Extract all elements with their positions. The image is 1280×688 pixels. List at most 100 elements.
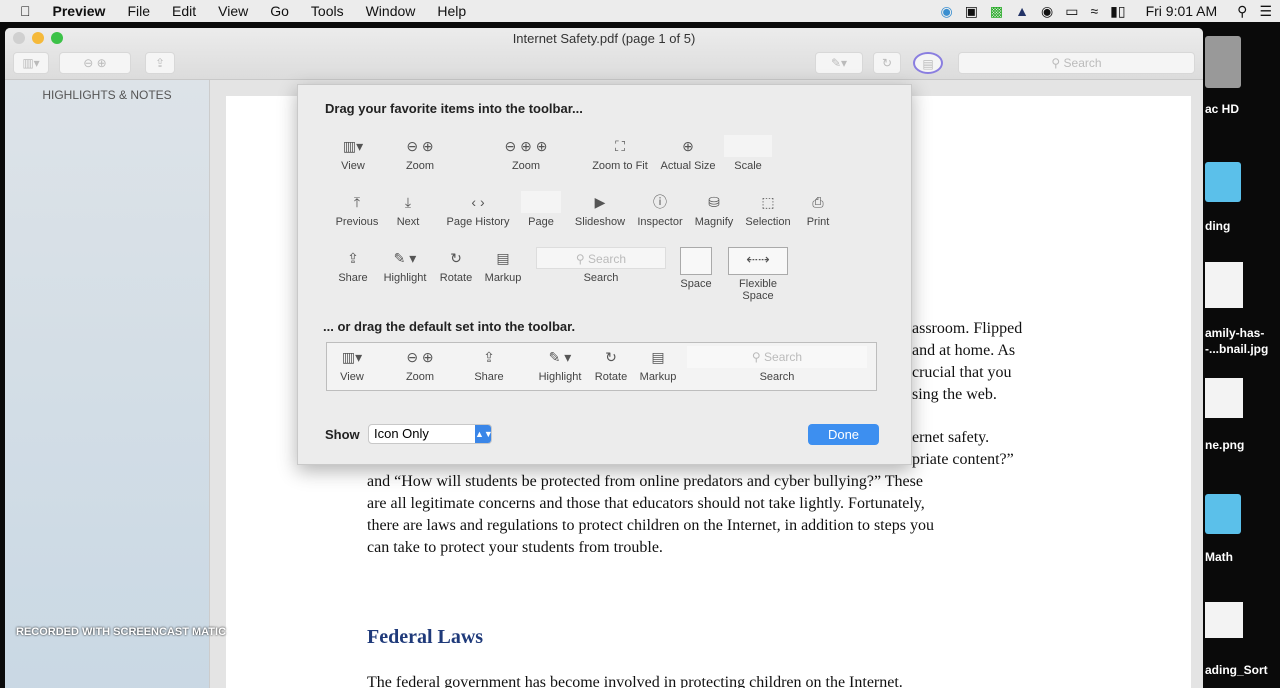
toolbar: Internet Safety.pdf (page 1 of 5) ▥▾ ⊖ ⊕… — [5, 28, 1203, 80]
desktop-label[interactable]: Math — [1205, 550, 1233, 564]
toolbar-item-zoom[interactable]: ⊖ ⊕ Zoom — [393, 135, 447, 172]
default-toolbar-set[interactable]: ▥▾ View ⊖ ⊕ Zoom ⇪ Share ✎ ▾ Highlight ↻ Rotate ▤ M… — [326, 342, 877, 391]
desktop-image-thumbnail[interactable] — [1205, 262, 1243, 308]
wifi-icon[interactable]: ≈ — [1090, 3, 1098, 19]
desktop-label[interactable]: amily-has- — [1205, 326, 1264, 340]
menu-go[interactable]: Go — [259, 3, 300, 19]
doc-line: sing the web. — [912, 386, 997, 403]
doc-line: priate content?” — [912, 451, 1014, 468]
default-item-share: ⇪ Share — [471, 346, 507, 383]
desktop-label[interactable]: ading_Sort — [1205, 663, 1268, 677]
binoculars-icon[interactable]: ◉ — [1041, 3, 1053, 20]
menu-file[interactable]: File — [116, 3, 161, 19]
item-icon: ⊖ ⊕ — [406, 138, 434, 154]
item-icon: ↻ — [605, 349, 617, 365]
desktop-folder-icon[interactable] — [1205, 494, 1241, 534]
toolbar-item-search[interactable]: ⚲ Search Search — [536, 247, 666, 284]
item-label: Share — [474, 371, 504, 383]
markup-button[interactable]: ▤ — [913, 52, 943, 74]
drag-items-title: Drag your favorite items into the toolba… — [325, 101, 583, 116]
status-app-icon[interactable]: ▩ — [990, 3, 1003, 20]
status-app-icon[interactable]: ▣ — [965, 3, 978, 20]
show-select[interactable]: Icon Only ▲▼ — [368, 424, 493, 444]
toolbar-item-zoom[interactable]: ⊖ ⊕ ⊕ Zoom — [496, 135, 556, 172]
toolbar-item-scale[interactable]: Scale — [724, 135, 772, 172]
zoom-buttons[interactable]: ⊖ ⊕ — [59, 52, 131, 74]
window-title[interactable]: Internet Safety.pdf (page 1 of 5) — [5, 31, 1203, 46]
toolbar-item-space[interactable]: Space — [678, 247, 714, 290]
toolbar-item-inspector[interactable]: ⓘ Inspector — [634, 191, 686, 228]
doc-line: The federal government has become involv… — [367, 674, 903, 688]
item-icon: ⬚ — [761, 194, 775, 210]
item-label: Zoom — [405, 160, 435, 172]
default-item-markup: ▤ Markup — [636, 346, 680, 383]
menu-app[interactable]: Preview — [42, 3, 117, 19]
status-app-icon[interactable]: ▲ — [1015, 3, 1029, 19]
desktop-label[interactable]: ac HD — [1205, 102, 1239, 116]
item-label: Page History — [446, 216, 510, 228]
toolbar-item-previous[interactable]: ⤒ Previous — [334, 191, 380, 228]
view-button[interactable]: ▥▾ — [13, 52, 49, 74]
share-button[interactable]: ⇪ — [145, 52, 175, 74]
item-icon: ▥▾ — [342, 138, 364, 154]
item-label: Markup — [484, 272, 522, 284]
toolbar-item-page-history[interactable]: ‹ › Page History — [443, 191, 513, 228]
done-button[interactable]: Done — [808, 424, 879, 445]
status-app-icon[interactable]: ◉ — [940, 3, 952, 20]
clock[interactable]: Fri 9:01 AM — [1146, 3, 1218, 19]
apple-icon[interactable]:  — [0, 3, 42, 19]
toolbar-item-view[interactable]: ▥▾ View — [332, 135, 374, 172]
menu-view[interactable]: View — [207, 3, 259, 19]
toolbar-item-share[interactable]: ⇪ Share — [335, 247, 371, 284]
item-label: Search — [583, 272, 619, 284]
default-item-zoom: ⊖ ⊕ Zoom — [390, 346, 450, 383]
default-item-rotate: ↻ Rotate — [592, 346, 630, 383]
notification-center-icon[interactable]: ☰ — [1259, 3, 1272, 20]
desktop-drive-icon[interactable] — [1205, 36, 1241, 88]
toolbar-item-print[interactable]: ⎙ Print — [802, 191, 834, 228]
doc-heading: Federal Laws — [367, 626, 484, 648]
doc-line: there are laws and regulations to protec… — [367, 517, 934, 534]
toolbar-item-markup[interactable]: ▤ Markup — [481, 247, 525, 284]
doc-line: can take to protect your students from t… — [367, 539, 663, 556]
item-label: View — [341, 160, 365, 172]
desktop-image-thumbnail[interactable] — [1205, 378, 1243, 418]
toolbar-item-magnify[interactable]: ⛁ Magnify — [691, 191, 737, 228]
item-label: Rotate — [594, 371, 628, 383]
menu-edit[interactable]: Edit — [161, 3, 207, 19]
toolbar-item-page[interactable]: Page — [521, 191, 561, 228]
desktop-label[interactable]: -...bnail.jpg — [1205, 342, 1268, 356]
toolbar-item-next[interactable]: ⤓ Next — [390, 191, 426, 228]
watermark-text: RECORDED WITH SCREENCAST MATIC — [16, 626, 227, 638]
doc-line: and at home. As — [912, 342, 1016, 359]
airplay-icon[interactable]: ▭ — [1065, 3, 1078, 20]
menu-window[interactable]: Window — [355, 3, 427, 19]
desktop-label[interactable]: ding — [1205, 219, 1230, 233]
item-label: Zoom to Fit — [592, 160, 648, 172]
item-label: Search — [759, 371, 795, 383]
toolbar-item-selection[interactable]: ⬚ Selection — [742, 191, 794, 228]
toolbar-item-flexible-space[interactable]: ⇠⇢ Flexible Space — [726, 247, 790, 302]
highlight-button[interactable]: ✎▾ — [815, 52, 863, 74]
desktop-label[interactable]: ne.png — [1205, 438, 1244, 452]
desktop-folder-icon[interactable] — [1205, 162, 1241, 202]
toolbar-item-rotate[interactable]: ↻ Rotate — [437, 247, 475, 284]
toolbar-item-slideshow[interactable]: ▶ Slideshow — [572, 191, 628, 228]
spotlight-icon[interactable]: ⚲ — [1237, 3, 1247, 20]
toolbar-item-zoom-to-fit[interactable]: ⛶ Zoom to Fit — [589, 135, 651, 172]
desktop-pdf-thumbnail[interactable] — [1205, 602, 1243, 638]
item-label: Zoom — [511, 160, 541, 172]
menu-tools[interactable]: Tools — [300, 3, 355, 19]
toolbar-item-highlight[interactable]: ✎ ▾ Highlight — [380, 247, 430, 284]
rotate-button[interactable]: ↻ — [873, 52, 901, 74]
item-icon: ⇠⇢ — [728, 247, 788, 275]
doc-line: ernet safety. — [912, 429, 990, 446]
item-icon — [680, 247, 712, 275]
search-input[interactable]: ⚲ Search — [958, 52, 1195, 74]
customize-toolbar-sheet: Drag your favorite items into the toolba… — [297, 84, 912, 465]
menu-bar:  Preview File Edit View Go Tools Window… — [0, 0, 1280, 22]
toolbar-item-actual-size[interactable]: ⊕ Actual Size — [659, 135, 717, 172]
battery-icon[interactable]: ▮▯ — [1110, 3, 1125, 20]
item-icon: ▤ — [651, 349, 665, 365]
menu-help[interactable]: Help — [426, 3, 477, 19]
